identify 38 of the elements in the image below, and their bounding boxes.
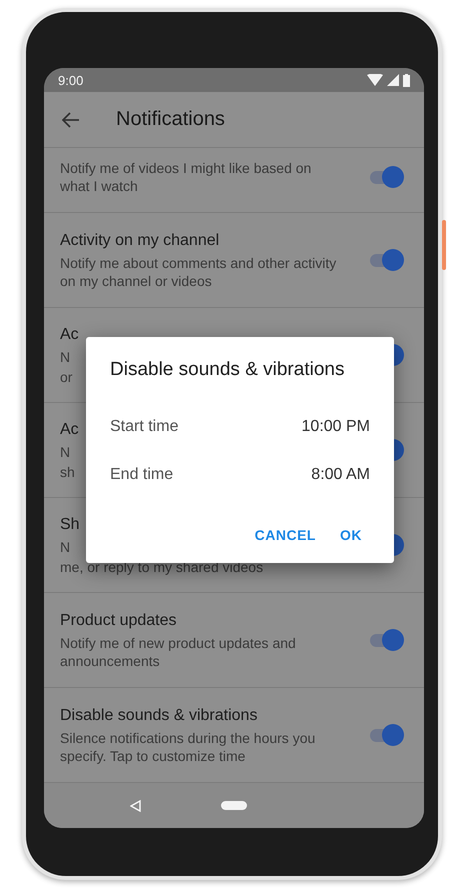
time-value[interactable]: 8:00 AM <box>311 466 370 484</box>
back-icon[interactable] <box>130 800 141 812</box>
toggle-switch[interactable] <box>368 249 404 271</box>
back-arrow-icon[interactable] <box>62 112 80 128</box>
time-value[interactable]: 10:00 PM <box>302 418 370 436</box>
setting-description: N <box>60 443 70 461</box>
setting-title: Sh <box>60 515 80 535</box>
setting-description: N <box>60 348 70 366</box>
setting-description: me, or reply to my shared videos <box>60 558 264 576</box>
status-time: 9:00 <box>58 72 84 88</box>
setting-title: Ac <box>60 325 79 345</box>
wifi-icon <box>367 74 383 86</box>
dialog-title: Disable sounds & vibrations <box>110 359 346 381</box>
setting-description: or <box>60 368 72 386</box>
setting-title: Disable sounds & vibrations <box>60 706 258 726</box>
setting-description: Notify me of videos I might like based on what I watch <box>60 159 312 195</box>
battery-icon <box>403 74 410 86</box>
toggle-switch[interactable] <box>368 629 404 651</box>
home-button[interactable] <box>221 801 247 810</box>
setting-description: Notify me about comments and other activity on my channel or videos <box>60 254 338 290</box>
setting-description: Notify me of new product updates and announcements <box>60 634 297 670</box>
setting-title: Product updates <box>60 611 177 631</box>
setting-row[interactable]: Activity on my channel Notify me about comments and other activity on my channel or videos <box>44 213 424 308</box>
setting-title: Activity on my channel <box>60 231 220 251</box>
setting-row[interactable]: Product updates Notify me of new product updates and announcements <box>44 593 424 688</box>
screen-title: Notifications <box>116 108 225 131</box>
time-label: End time <box>110 466 174 484</box>
setting-title: Ac <box>60 420 79 440</box>
setting-row[interactable]: Notify me of videos I might like based on what I watch <box>44 148 424 213</box>
toggle-switch[interactable] <box>368 166 404 188</box>
dialog-button[interactable]: OK <box>332 521 370 549</box>
setting-description: Silence notifications during the hours you specify. Tap to customize time <box>60 729 316 765</box>
setting-description: N <box>60 538 70 556</box>
signal-icon <box>387 74 399 86</box>
setting-description: sh <box>60 463 75 481</box>
time-label: Start time <box>110 418 178 436</box>
toggle-switch[interactable] <box>368 724 404 746</box>
dialog-button[interactable]: CANCEL <box>246 521 324 549</box>
